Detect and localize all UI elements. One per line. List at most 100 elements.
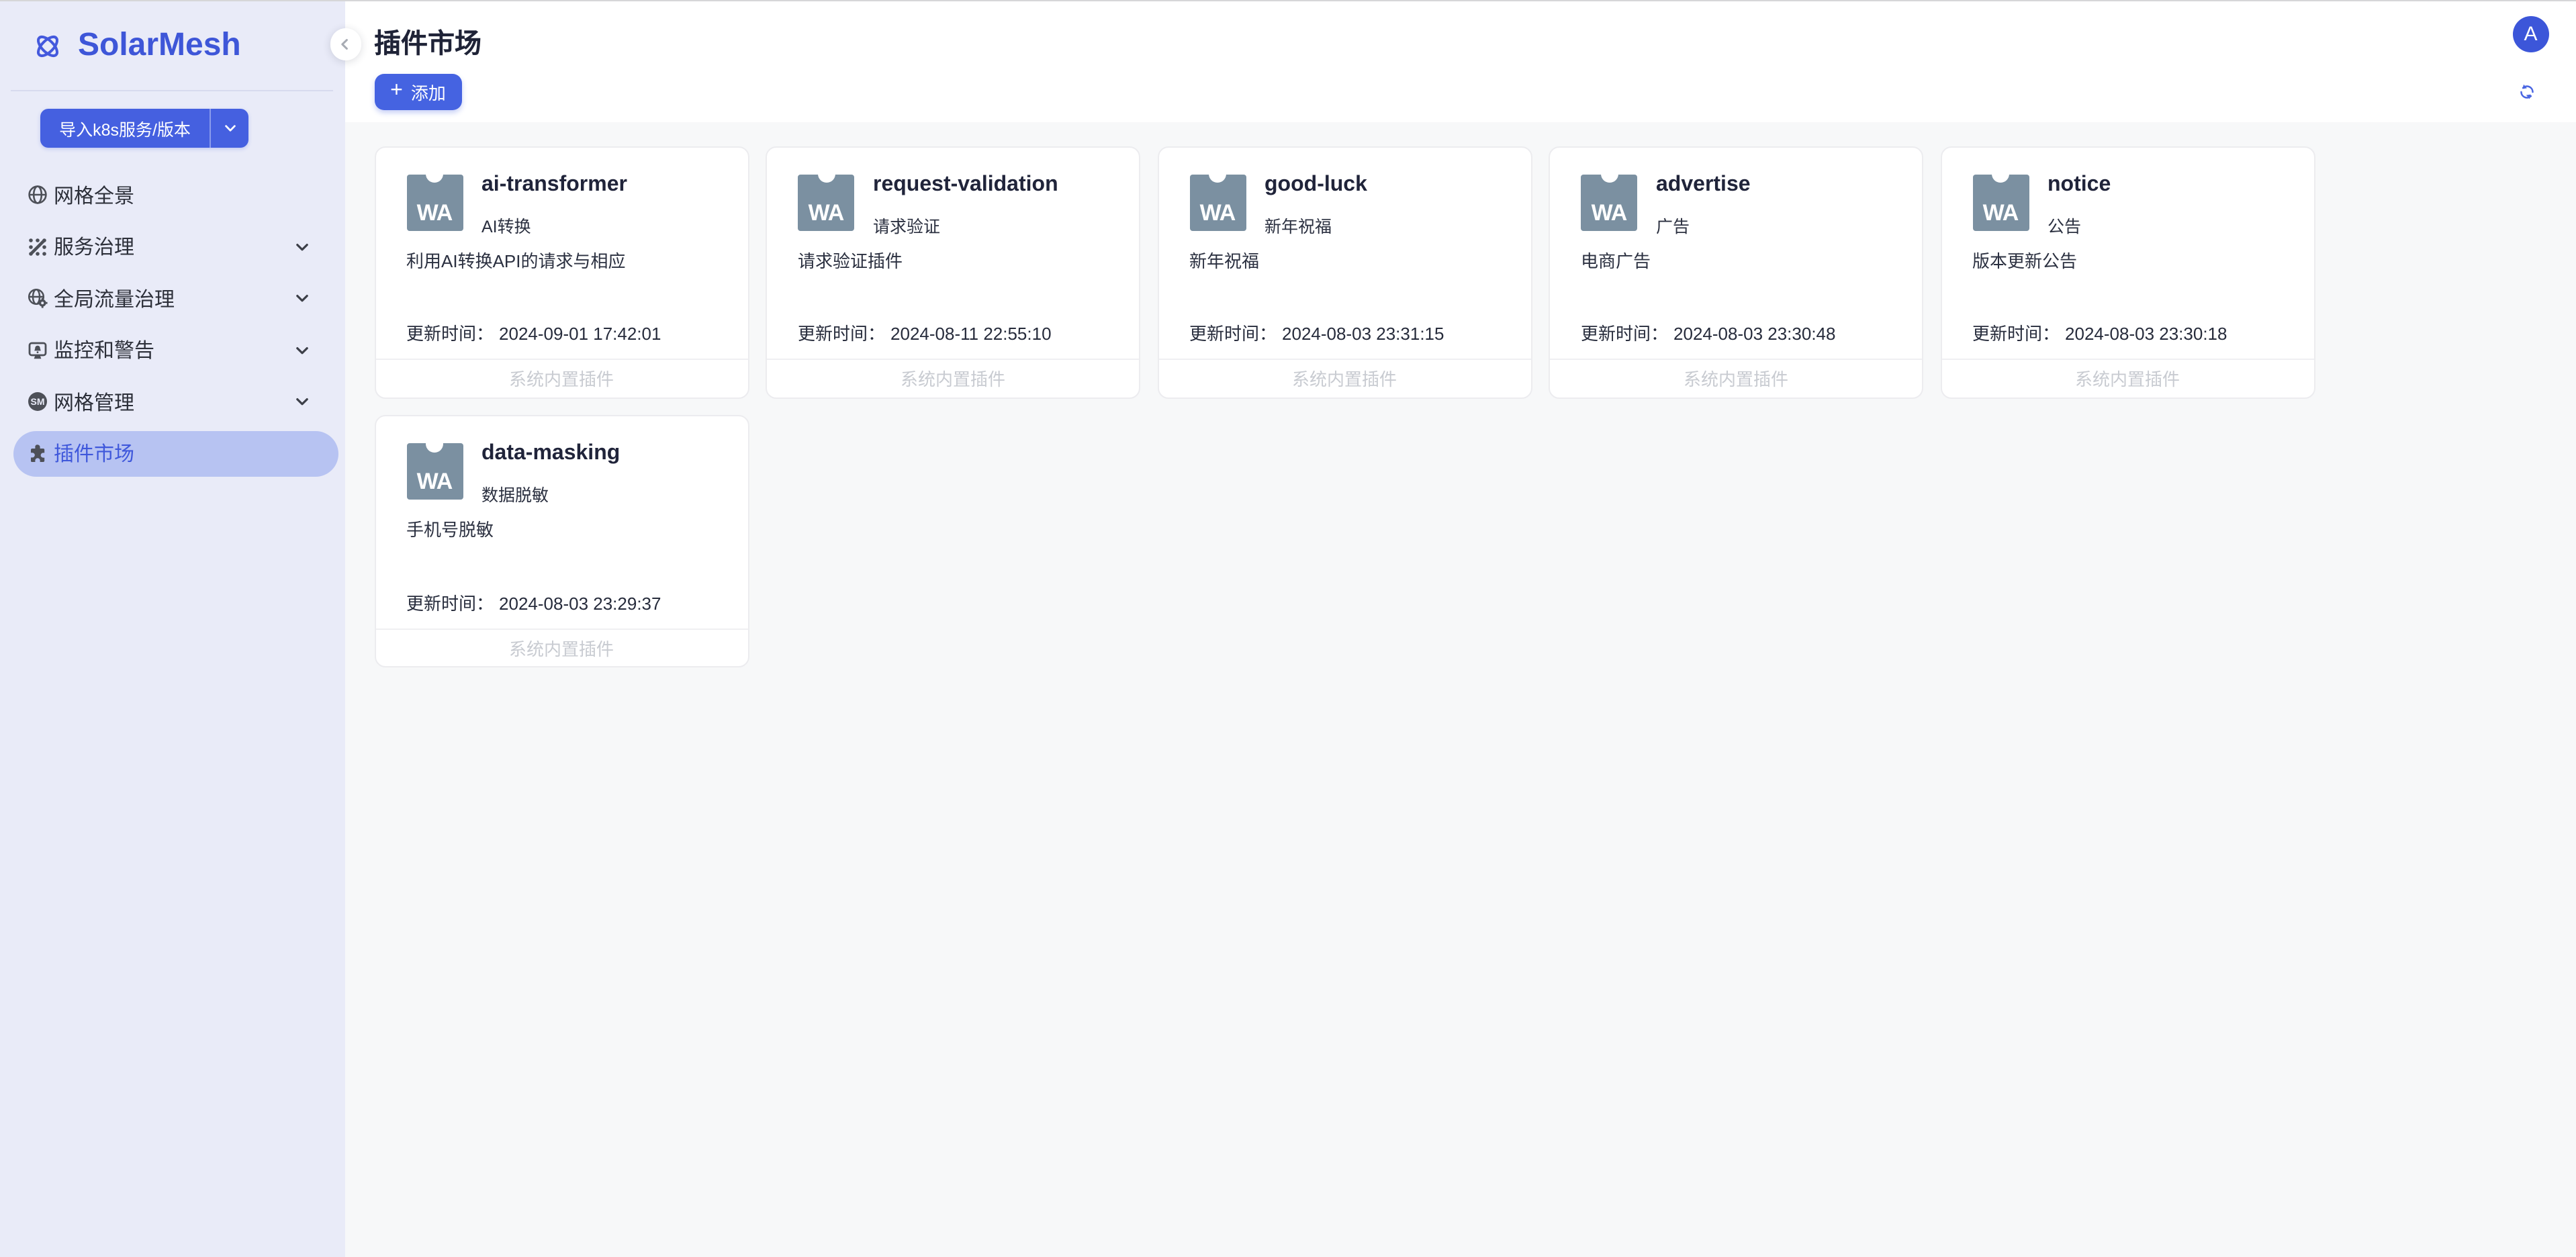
builtin-plugin-badge: 系统内置插件 (767, 359, 1139, 397)
plugin-card[interactable]: WA good-luck 新年祝福 新年祝福 更新时间：2024-08-03 2… (1157, 146, 1532, 398)
plugin-updated-time: 更新时间：2024-08-03 23:31:15 (1189, 320, 1444, 345)
plugin-description: 新年祝福 (1189, 246, 1509, 272)
plugin-name: request-validation (873, 173, 1058, 197)
sidebar: SolarMesh 导入k8s服务/版本 网格全景服务治理全局流量治理监控和警告… (0, 1, 345, 1257)
avatar-letter: A (2524, 23, 2537, 46)
wasm-badge-icon: WA (798, 174, 854, 230)
chevron-left-icon (338, 36, 354, 52)
updated-label: 更新时间： (406, 324, 494, 344)
plugin-card-grid: WA ai-transformer AI转换 利用AI转换API的请求与相应 更… (345, 122, 2333, 667)
plugin-card[interactable]: WA data-masking 数据脱敏 手机号脱敏 更新时间：2024-08-… (374, 415, 749, 667)
plugin-name: notice (2048, 173, 2111, 197)
plugin-alias: 新年祝福 (1264, 212, 1332, 237)
sidebar-item-label: 服务治理 (54, 233, 134, 261)
sm-circle-icon: SM (27, 391, 48, 413)
plugin-card[interactable]: WA advertise 广告 电商广告 更新时间：2024-08-03 23:… (1549, 146, 1923, 398)
sidebar-item-label: 网格全景 (54, 181, 134, 209)
import-k8s-button[interactable]: 导入k8s服务/版本 (40, 109, 248, 148)
updated-value: 2024-08-03 23:29:37 (499, 593, 661, 613)
sidebar-item-label: 网格管理 (54, 388, 134, 416)
wasm-badge-notch (1600, 165, 1618, 183)
wasm-badge-notch (1209, 165, 1226, 183)
wasm-badge-icon: WA (1189, 174, 1246, 230)
updated-label: 更新时间： (406, 593, 494, 613)
plugin-updated-time: 更新时间：2024-08-03 23:30:18 (1972, 320, 2227, 345)
sidebar-item-label: 插件市场 (54, 440, 134, 468)
chevron-down-icon (294, 394, 310, 410)
svg-text:SM: SM (31, 397, 45, 408)
updated-label: 更新时间： (1972, 324, 2060, 344)
plugin-name: advertise (1656, 173, 1751, 197)
sidebar-item-插件市场[interactable]: 插件市场 (13, 428, 338, 479)
plugin-alias: 公告 (2048, 212, 2081, 237)
builtin-plugin-badge: 系统内置插件 (1550, 359, 1922, 397)
chevron-down-icon (294, 291, 310, 307)
plugin-card[interactable]: WA ai-transformer AI转换 利用AI转换API的请求与相应 更… (374, 146, 749, 398)
wasm-badge-notch (1992, 165, 2009, 183)
sidebar-item-全局流量治理[interactable]: 全局流量治理 (0, 273, 345, 324)
add-plugin-button[interactable]: + 添加 (374, 73, 462, 110)
plugin-updated-time: 更新时间：2024-09-01 17:42:01 (406, 320, 661, 345)
plugin-description: 请求验证插件 (798, 246, 1117, 272)
monitor-bell-icon (27, 340, 48, 361)
wasm-badge-icon: WA (1972, 174, 2029, 230)
sidebar-item-服务治理[interactable]: 服务治理 (0, 221, 345, 273)
plugin-card[interactable]: WA request-validation 请求验证 请求验证插件 更新时间：2… (766, 146, 1140, 398)
import-k8s-label: 导入k8s服务/版本 (40, 109, 210, 148)
plugin-description: 手机号脱敏 (406, 516, 726, 541)
globe-icon (27, 185, 48, 206)
puzzle-icon (27, 443, 48, 465)
plugin-description: 利用AI转换API的请求与相应 (406, 246, 726, 272)
builtin-plugin-badge: 系统内置插件 (1158, 359, 1530, 397)
wasm-badge-icon: WA (1581, 174, 1637, 230)
refresh-button[interactable] (2517, 81, 2537, 101)
sidebar-item-网格全景[interactable]: 网格全景 (0, 169, 345, 221)
chevron-down-icon (294, 239, 310, 255)
wasm-badge-icon: WA (406, 174, 463, 230)
sidebar-item-网格管理[interactable]: SM 网格管理 (0, 376, 345, 428)
content-area: WA ai-transformer AI转换 利用AI转换API的请求与相应 更… (345, 122, 2576, 1257)
updated-value: 2024-08-03 23:30:18 (2065, 324, 2227, 344)
plugin-alias: 请求验证 (873, 212, 940, 237)
plugin-alias: 广告 (1656, 212, 1690, 237)
updated-label: 更新时间： (798, 324, 885, 344)
sidebar-item-label: 监控和警告 (54, 336, 154, 365)
user-avatar[interactable]: A (2512, 15, 2549, 52)
plugin-name: good-luck (1264, 173, 1367, 197)
updated-value: 2024-08-03 23:30:48 (1673, 324, 1835, 344)
plugin-alias: 数据脱敏 (481, 481, 549, 506)
page-title: 插件市场 (374, 21, 481, 60)
plugin-description: 版本更新公告 (1972, 246, 2292, 272)
plugin-name: data-masking (481, 442, 620, 466)
builtin-plugin-badge: 系统内置插件 (375, 628, 747, 666)
updated-label: 更新时间： (1189, 324, 1277, 344)
sidebar-item-监控和警告[interactable]: 监控和警告 (0, 324, 345, 376)
brand-logo: SolarMesh (32, 27, 241, 64)
chevron-down-icon (222, 121, 237, 136)
plugin-updated-time: 更新时间：2024-08-03 23:29:37 (406, 589, 661, 614)
wasm-badge-notch (817, 165, 835, 183)
plus-icon: + (390, 81, 403, 103)
updated-label: 更新时间： (1581, 324, 1668, 344)
brand-name: SolarMesh (78, 27, 241, 64)
service-dots-icon (27, 236, 48, 258)
sidebar-collapse-button[interactable] (330, 28, 361, 60)
plugin-card[interactable]: WA notice 公告 版本更新公告 更新时间：2024-08-03 23:3… (1940, 146, 2315, 398)
plugin-alias: AI转换 (481, 212, 531, 237)
import-dropdown-toggle[interactable] (210, 109, 248, 148)
page-header: 插件市场 A + 添加 (345, 1, 2576, 122)
plugin-updated-time: 更新时间：2024-08-11 22:55:10 (798, 320, 1052, 345)
builtin-plugin-badge: 系统内置插件 (375, 359, 747, 397)
wasm-badge-notch (426, 434, 443, 452)
atom-logo-icon (32, 30, 63, 61)
plugin-description: 电商广告 (1581, 246, 1900, 272)
plugin-name: ai-transformer (481, 173, 627, 197)
refresh-icon (2517, 81, 2537, 101)
sidebar-divider (11, 90, 333, 91)
updated-value: 2024-08-11 22:55:10 (890, 324, 1052, 344)
wasm-badge-notch (426, 165, 443, 183)
globe-gear-icon (27, 288, 48, 310)
sidebar-item-label: 全局流量治理 (54, 285, 175, 313)
plugin-updated-time: 更新时间：2024-08-03 23:30:48 (1581, 320, 1835, 345)
builtin-plugin-badge: 系统内置插件 (1941, 359, 2313, 397)
